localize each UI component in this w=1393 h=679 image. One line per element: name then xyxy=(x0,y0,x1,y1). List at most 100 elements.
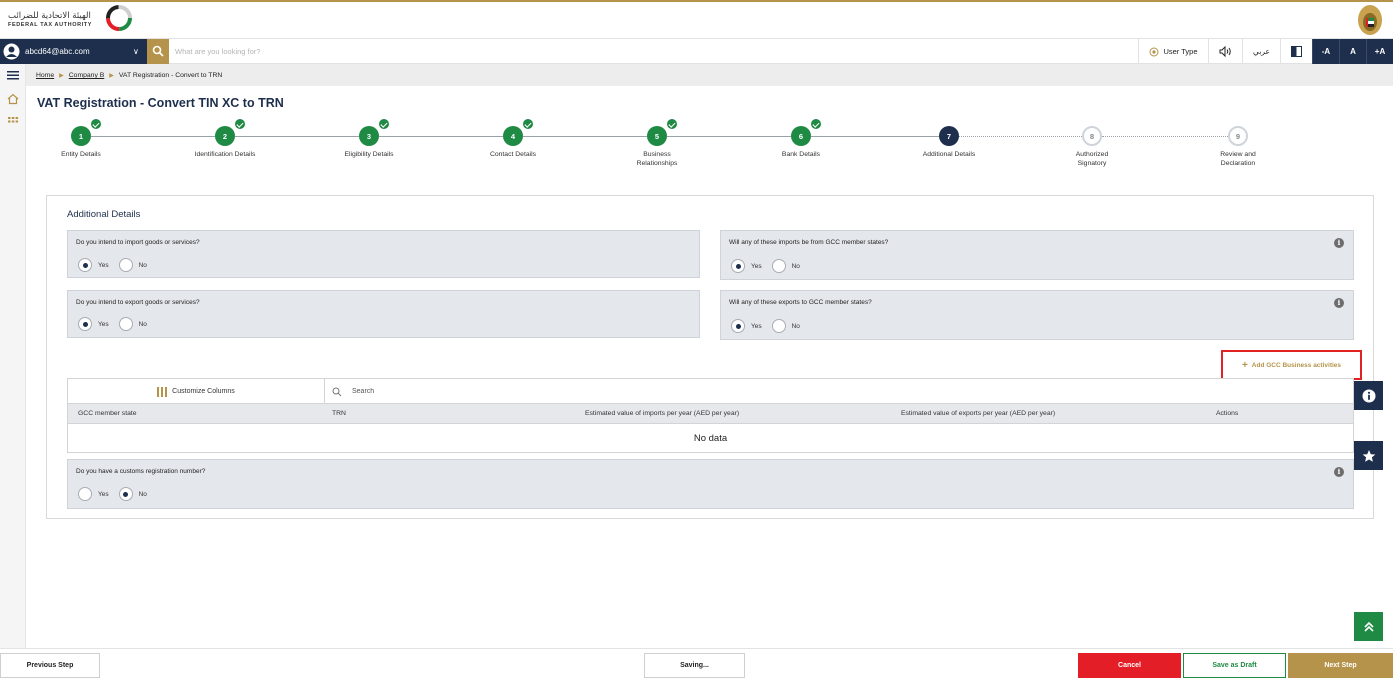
check-icon xyxy=(666,118,678,130)
contrast-icon xyxy=(1291,46,1302,57)
language-toggle[interactable]: عربي xyxy=(1242,39,1280,64)
favorite-side-button[interactable] xyxy=(1354,441,1383,470)
question-import: Do you intend to import goods or service… xyxy=(67,230,700,278)
breadcrumb-current: VAT Registration - Convert to TRN xyxy=(118,72,223,79)
breadcrumb: Home ▶ Company B ▶ VAT Registration - Co… xyxy=(36,72,222,79)
radio-import-gcc-yes[interactable] xyxy=(731,259,745,273)
check-icon xyxy=(522,118,534,130)
scroll-to-top-button[interactable] xyxy=(1354,612,1383,641)
radio-label: No xyxy=(138,490,147,498)
breadcrumb-separator-icon: ▶ xyxy=(59,73,64,79)
info-icon[interactable]: i xyxy=(1334,238,1344,248)
step-review-declaration[interactable]: 9 Review and Declaration xyxy=(1178,118,1298,168)
radio-export-yes[interactable] xyxy=(78,317,92,331)
add-gcc-business-activities-button[interactable]: + Add GCC Business activities xyxy=(1221,350,1362,380)
saving-indicator-button[interactable]: Saving... xyxy=(644,653,745,678)
step-eligibility-details[interactable]: 3 Eligibility Details xyxy=(309,118,429,159)
chevron-down-icon[interactable]: ∨ xyxy=(133,47,139,56)
radio-group-import: Yes No xyxy=(78,258,157,272)
step-label: Eligibility Details xyxy=(344,151,394,158)
column-header-exports-value[interactable]: Estimated value of exports per year (AED… xyxy=(901,410,1055,417)
step-label: Business Relationships xyxy=(636,151,678,167)
radio-label: Yes xyxy=(98,320,109,328)
radio-label: Yes xyxy=(98,261,109,269)
add-gcc-label: Add GCC Business activities xyxy=(1251,361,1342,369)
radio-import-no[interactable] xyxy=(118,258,133,272)
footer-actions: Previous Step Saving... Cancel Save as D… xyxy=(0,648,1393,679)
info-icon[interactable]: i xyxy=(1334,467,1344,477)
brand-name-english: FEDERAL TAX AUTHORITY xyxy=(8,22,92,28)
user-menu[interactable]: abcd64@abc.com ∨ xyxy=(0,39,147,64)
step-contact-details[interactable]: 4 Contact Details xyxy=(453,118,573,159)
step-number: 1 xyxy=(71,118,102,146)
step-label: Entity Details xyxy=(61,151,101,158)
check-icon xyxy=(234,118,246,130)
previous-step-button[interactable]: Previous Step xyxy=(0,653,100,678)
contrast-button[interactable] xyxy=(1280,39,1312,64)
font-decrease-button[interactable]: -A xyxy=(1312,39,1339,64)
section-title: Additional Details xyxy=(67,209,141,220)
breadcrumb-company[interactable]: Company B xyxy=(69,72,105,79)
font-normal-button[interactable]: A xyxy=(1339,39,1366,64)
step-additional-details[interactable]: 7 Additional Details xyxy=(889,118,1009,159)
hamburger-menu-icon[interactable] xyxy=(6,68,20,82)
step-number: 8 xyxy=(1082,126,1102,146)
plus-icon: + xyxy=(1241,359,1248,371)
question-label: Will any of these exports to GCC member … xyxy=(729,299,872,306)
radio-export-gcc-no[interactable] xyxy=(771,319,786,333)
save-as-draft-button[interactable]: Save as Draft xyxy=(1183,653,1286,678)
step-label: Contact Details xyxy=(489,151,537,158)
question-export: Do you intend to export goods or service… xyxy=(67,290,700,338)
font-increase-button[interactable]: +A xyxy=(1366,39,1393,64)
customize-columns-button[interactable]: Customize Columns xyxy=(68,379,325,404)
radio-customs-yes[interactable] xyxy=(78,487,92,501)
brand-header: الهيئة الاتحادية للضرائب FEDERAL TAX AUT… xyxy=(0,2,1393,38)
user-avatar-icon xyxy=(3,43,20,60)
cancel-button[interactable]: Cancel xyxy=(1078,653,1181,678)
step-business-relationships[interactable]: 5 Business Relationships xyxy=(597,118,717,168)
radio-customs-no[interactable] xyxy=(118,487,133,501)
question-export-gcc: Will any of these exports to GCC member … xyxy=(720,290,1354,340)
search-icon xyxy=(152,45,164,57)
step-entity-details[interactable]: 1 Entity Details xyxy=(21,118,141,159)
step-identification-details[interactable]: 2 Identification Details xyxy=(165,118,285,159)
home-icon[interactable] xyxy=(6,92,20,106)
search-button[interactable] xyxy=(147,39,169,64)
brand-name-arabic: الهيئة الاتحادية للضرائب xyxy=(8,11,91,21)
step-authorized-signatory[interactable]: 8 Authorized Signatory xyxy=(1032,118,1152,168)
page-title: VAT Registration - Convert TIN XC to TRN xyxy=(37,96,284,110)
user-type-button[interactable]: User Type xyxy=(1138,39,1208,64)
user-type-label: User Type xyxy=(1163,47,1198,56)
radio-label: No xyxy=(138,261,147,269)
radio-import-yes[interactable] xyxy=(78,258,92,272)
step-label: Review and Declaration xyxy=(1220,151,1256,167)
step-bank-details[interactable]: 6 Bank Details xyxy=(741,118,861,159)
speaker-button[interactable] xyxy=(1208,39,1242,64)
fta-logo-icon[interactable] xyxy=(106,5,132,31)
radio-export-gcc-yes[interactable] xyxy=(731,319,745,333)
check-icon xyxy=(90,118,102,130)
double-chevron-up-icon xyxy=(1363,621,1374,632)
breadcrumb-home[interactable]: Home xyxy=(36,72,54,79)
table-toolbar: Customize Columns xyxy=(68,379,1353,404)
global-search-input[interactable] xyxy=(175,44,675,59)
column-header-actions[interactable]: Actions xyxy=(1216,410,1238,417)
radio-group-export-gcc: Yes No xyxy=(731,319,810,333)
step-number: 3 xyxy=(359,118,390,146)
radio-import-gcc-no[interactable] xyxy=(771,259,786,273)
question-label: Do you have a customs registration numbe… xyxy=(76,468,206,475)
info-side-button[interactable] xyxy=(1354,381,1383,410)
column-header-imports-value[interactable]: Estimated value of imports per year (AED… xyxy=(585,410,739,417)
column-header-gcc-member-state[interactable]: GCC member state xyxy=(78,410,137,417)
next-step-button[interactable]: Next Step xyxy=(1288,653,1393,678)
info-circle-icon xyxy=(1362,389,1375,402)
step-label: Identification Details xyxy=(194,151,256,158)
info-icon[interactable]: i xyxy=(1334,298,1344,308)
question-label: Do you intend to import goods or service… xyxy=(76,239,200,246)
registration-stepper: 1 Entity Details 2 Identification Detail… xyxy=(0,118,1393,178)
table-search-input[interactable] xyxy=(352,388,552,395)
breadcrumb-bar: Home ▶ Company B ▶ VAT Registration - Co… xyxy=(26,64,1393,86)
radio-export-no[interactable] xyxy=(118,317,133,331)
column-header-trn[interactable]: TRN xyxy=(332,410,346,417)
gcc-activities-table: Customize Columns GCC member state TRN E… xyxy=(67,378,1354,453)
